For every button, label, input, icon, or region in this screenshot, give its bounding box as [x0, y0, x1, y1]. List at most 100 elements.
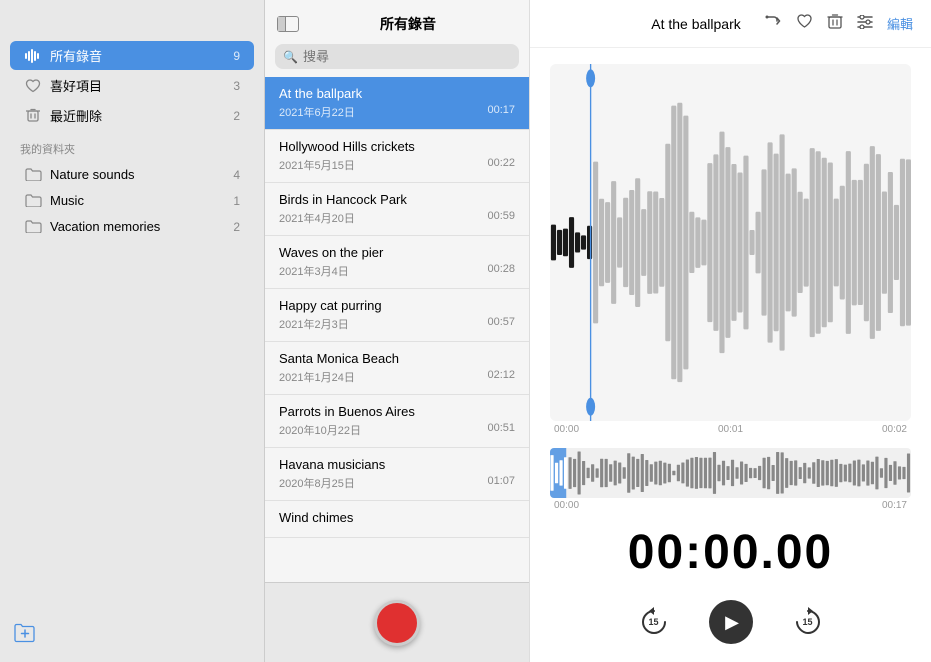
record-button[interactable]: [374, 600, 420, 646]
recording-meta: 2021年6月22日 00:17: [279, 104, 515, 120]
recording-item[interactable]: Parrots in Buenos Aires 2020年10月22日 00:5…: [265, 395, 529, 448]
options-button[interactable]: [857, 14, 873, 34]
recording-item[interactable]: Havana musicians 2020年8月25日 01:07: [265, 448, 529, 501]
sidebar-item-label: 喜好項目: [50, 76, 233, 95]
recording-duration: 00:59: [487, 210, 515, 226]
recording-date: 2021年6月22日: [279, 104, 355, 120]
time-label-end: 00:02: [882, 424, 907, 435]
sidebar-item-count: 2: [233, 109, 240, 123]
recording-item[interactable]: Wind chimes: [265, 501, 529, 538]
sidebar-item-favorites[interactable]: 喜好項目 3: [10, 71, 254, 100]
play-button[interactable]: ▶: [709, 600, 753, 644]
sidebar-folder-music[interactable]: Music 1: [10, 188, 254, 213]
recording-item[interactable]: Hollywood Hills crickets 2021年5月15日 00:2…: [265, 130, 529, 183]
recording-meta: 2021年2月3日 00:57: [279, 316, 515, 332]
recording-duration: 02:12: [487, 369, 515, 385]
sidebar-item-count: 3: [233, 79, 240, 93]
sidebar-item-label: 最近刪除: [50, 106, 233, 125]
favorite-button[interactable]: [796, 13, 813, 34]
recording-meta: 2021年3月4日 00:28: [279, 263, 515, 279]
right-panel-title: At the ballpark: [642, 16, 750, 32]
recording-title: Happy cat purring: [279, 298, 515, 313]
time-labels-mini: 00:00 00:17: [550, 498, 911, 513]
edit-button[interactable]: 編輯: [887, 14, 913, 33]
sidebar-item-count: 9: [233, 49, 240, 63]
mini-time-start: 00:00: [554, 500, 579, 511]
recording-date: 2021年4月20日: [279, 210, 355, 226]
recording-meta: 2020年8月25日 01:07: [279, 475, 515, 491]
folder-count: 1: [233, 194, 240, 208]
recording-title: Havana musicians: [279, 457, 515, 472]
recording-duration: 00:51: [487, 422, 515, 438]
time-label-start: 00:00: [554, 424, 579, 435]
sidebar-folder-nature-sounds[interactable]: Nature sounds 4: [10, 162, 254, 187]
folder-count: 4: [233, 168, 240, 182]
skip-forward-button[interactable]: 15: [789, 603, 827, 641]
recording-date: 2020年10月22日: [279, 422, 361, 438]
recording-list: At the ballpark 2021年6月22日 00:17 Hollywo…: [265, 77, 529, 582]
right-panel: At the ballpark: [530, 0, 931, 662]
search-input[interactable]: [275, 44, 519, 69]
recording-title: Birds in Hancock Park: [279, 192, 515, 207]
time-label-mid: 00:01: [718, 424, 743, 435]
sidebar: 所有錄音 9 喜好項目 3 最近刪除 2: [0, 0, 265, 662]
middle-panel-title: 所有錄音: [299, 14, 517, 34]
sidebar-item-label: 所有錄音: [50, 46, 233, 65]
recording-title: Parrots in Buenos Aires: [279, 404, 515, 419]
sidebar-folder-vacation-memories[interactable]: Vacation memories 2: [10, 214, 254, 239]
recording-date: 2021年5月15日: [279, 157, 355, 173]
recording-title: Santa Monica Beach: [279, 351, 515, 366]
share-button[interactable]: [764, 12, 782, 35]
recording-date: 2021年3月4日: [279, 263, 349, 279]
middle-header: 所有錄音: [265, 0, 529, 44]
right-header: At the ballpark: [530, 0, 931, 48]
folder-icon: [24, 220, 42, 233]
search-icon: 🔍: [283, 50, 298, 64]
mini-time-end: 00:17: [882, 500, 907, 511]
recording-meta: 2020年10月22日 00:51: [279, 422, 515, 438]
recording-duration: 00:28: [487, 263, 515, 279]
middle-panel: 所有錄音 🔍 At the ballpark 2021年6月22日 00:17 …: [265, 0, 530, 662]
recording-meta: 2021年5月15日 00:22: [279, 157, 515, 173]
recording-item[interactable]: Happy cat purring 2021年2月3日 00:57: [265, 289, 529, 342]
folder-icon: [24, 168, 42, 181]
folder-icon: [24, 194, 42, 207]
skip-forward-label: 15: [802, 617, 812, 627]
folder-count: 2: [233, 220, 240, 234]
recording-duration: 00:22: [487, 157, 515, 173]
timer-display: 00:00.00: [530, 513, 931, 590]
playback-controls: 15 ▶ 15: [530, 590, 931, 662]
recording-item[interactable]: Waves on the pier 2021年3月4日 00:28: [265, 236, 529, 289]
recording-title: Hollywood Hills crickets: [279, 139, 515, 154]
sidebar-item-recently-deleted[interactable]: 最近刪除 2: [10, 101, 254, 130]
mini-waveform[interactable]: [550, 448, 911, 498]
skip-back-label: 15: [648, 617, 658, 627]
header-actions: 編輯: [764, 12, 913, 35]
folder-label: Nature sounds: [50, 167, 233, 182]
mini-waveform-container: 00:00 00:17: [550, 448, 911, 513]
new-folder-button[interactable]: [14, 623, 36, 648]
skip-back-button[interactable]: 15: [635, 603, 673, 641]
trash-icon: [24, 108, 42, 123]
sidebar-toggle-button[interactable]: [277, 16, 299, 32]
folder-label: Vacation memories: [50, 219, 233, 234]
recording-duration: 00:57: [487, 316, 515, 332]
recording-meta: 2021年4月20日 00:59: [279, 210, 515, 226]
sidebar-item-all-recordings[interactable]: 所有錄音 9: [10, 41, 254, 70]
play-icon: ▶: [725, 612, 739, 633]
waveform-icon: [24, 49, 42, 63]
recording-title: Wind chimes: [279, 510, 515, 525]
recording-item[interactable]: At the ballpark 2021年6月22日 00:17: [265, 77, 529, 130]
my-folders-title: 我的資料夾: [0, 131, 264, 161]
recording-duration: 01:07: [487, 475, 515, 491]
recording-meta: 2021年1月24日 02:12: [279, 369, 515, 385]
recording-item[interactable]: Birds in Hancock Park 2021年4月20日 00:59: [265, 183, 529, 236]
recording-date: 2021年1月24日: [279, 369, 355, 385]
recording-title: Waves on the pier: [279, 245, 515, 260]
recording-date: 2021年2月3日: [279, 316, 349, 332]
recording-duration: 00:17: [487, 104, 515, 120]
recording-item[interactable]: Santa Monica Beach 2021年1月24日 02:12: [265, 342, 529, 395]
main-waveform[interactable]: [550, 64, 911, 421]
heart-icon: [24, 79, 42, 93]
delete-button[interactable]: [827, 13, 843, 35]
